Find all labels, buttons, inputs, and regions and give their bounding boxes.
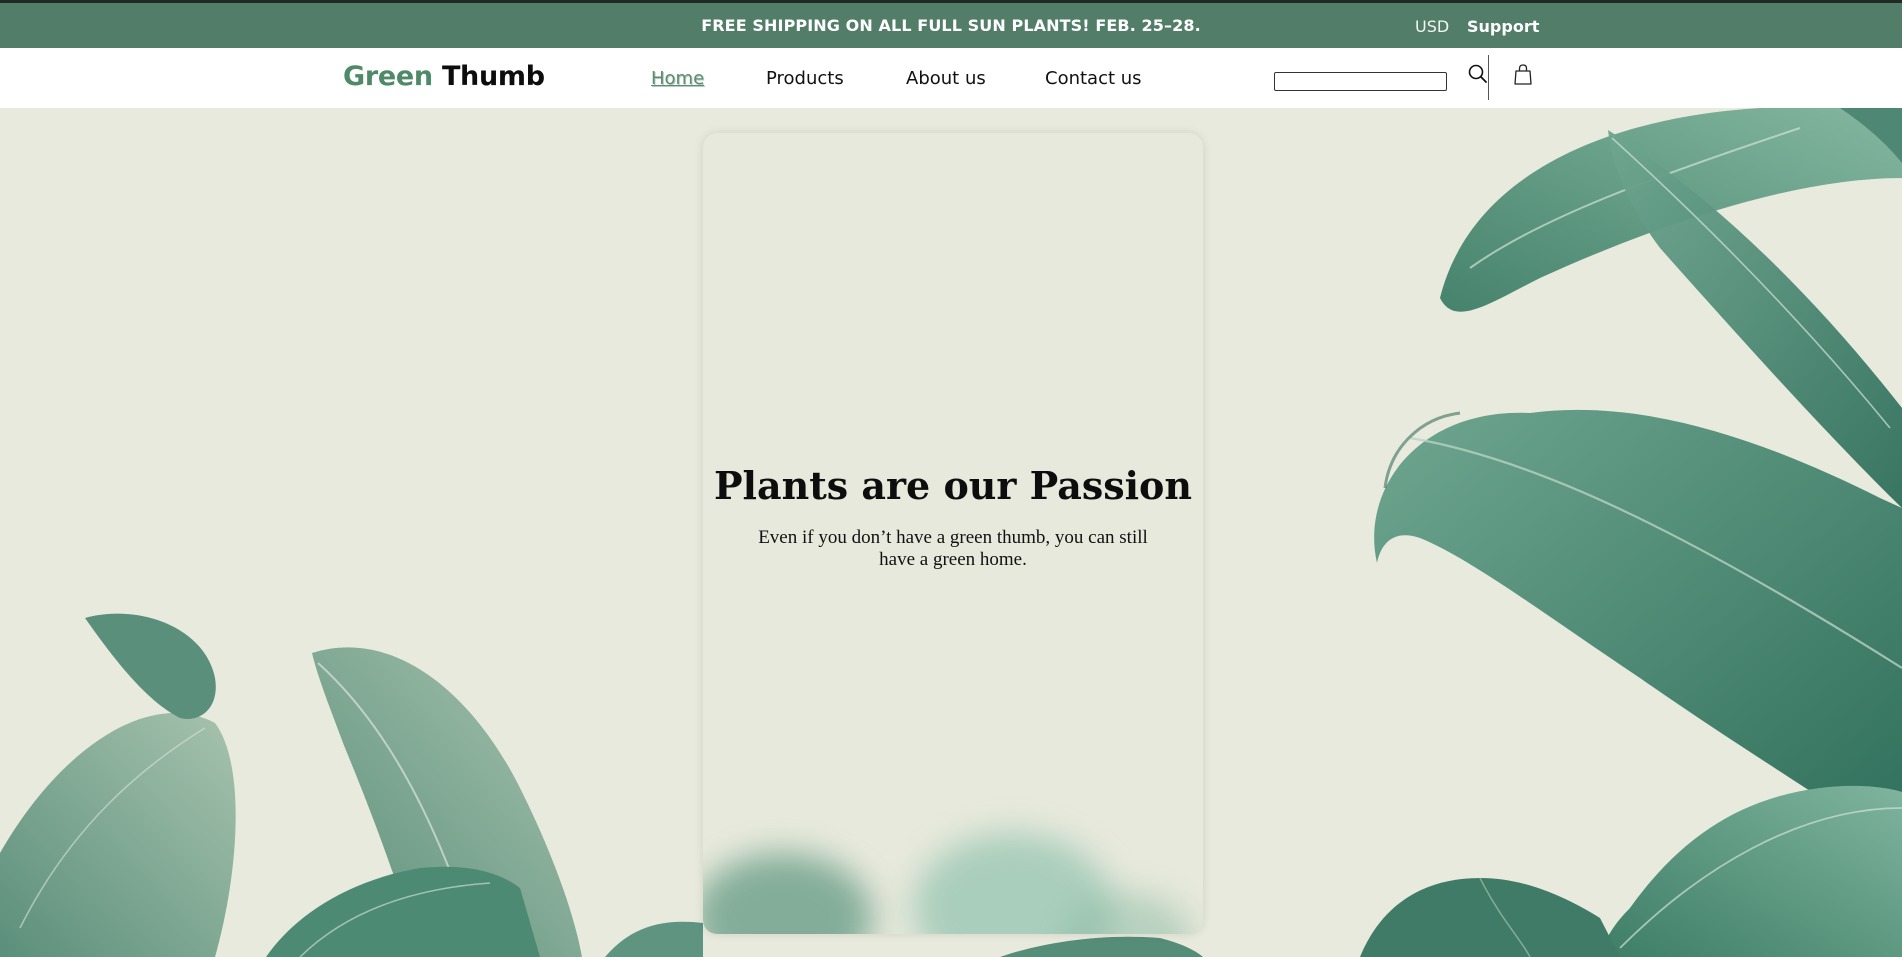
hero-section: Plants are our Passion Even if you don’t… (0, 108, 1902, 957)
hero-card: Plants are our Passion Even if you don’t… (703, 133, 1203, 934)
navbar-divider (1488, 55, 1489, 100)
nav-home-link[interactable]: Home (651, 68, 704, 89)
shopping-bag-icon (1514, 64, 1532, 85)
shipping-announcement: FREE SHIPPING ON ALL FULL SUN PLANTS! FE… (701, 16, 1201, 35)
support-link[interactable]: Support (1467, 17, 1539, 36)
nav-contact-link[interactable]: Contact us (1045, 68, 1142, 89)
brand-green-text: Green (343, 61, 433, 92)
brand-dark-text: Thumb (441, 61, 545, 92)
hero-title: Plants are our Passion (713, 463, 1193, 508)
brand-logo[interactable]: Green Thumb (343, 61, 545, 92)
cart-button[interactable] (1512, 63, 1534, 87)
main-navbar: Green Thumb Home Products About us Conta… (0, 48, 1902, 108)
search-button[interactable] (1467, 63, 1489, 85)
nav-about-link[interactable]: About us (906, 68, 986, 89)
search-input[interactable] (1274, 72, 1447, 91)
hero-subtitle: Even if you don’t have a green thumb, yo… (758, 527, 1148, 570)
announcement-bar: FREE SHIPPING ON ALL FULL SUN PLANTS! FE… (0, 0, 1902, 48)
nav-products-link[interactable]: Products (766, 68, 844, 89)
search-icon (1468, 64, 1487, 83)
currency-selector[interactable]: USD (1415, 17, 1449, 36)
